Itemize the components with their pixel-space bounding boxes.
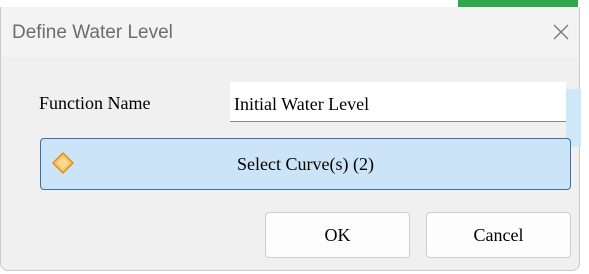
ok-label: OK <box>324 224 351 245</box>
title-bar: Define Water Level <box>1 7 579 57</box>
function-name-label: Function Name <box>39 93 151 113</box>
function-name-input[interactable] <box>230 82 566 122</box>
close-button[interactable] <box>543 15 579 49</box>
close-icon <box>553 24 569 40</box>
background-window-strip <box>458 0 578 7</box>
cancel-button[interactable]: Cancel <box>426 212 571 258</box>
select-curves-button[interactable]: Select Curve(s) (2) <box>40 138 571 190</box>
diamond-icon <box>51 151 75 175</box>
ok-button[interactable]: OK <box>265 212 410 258</box>
cancel-label: Cancel <box>473 224 524 245</box>
select-curves-label: Select Curve(s) (2) <box>237 153 374 174</box>
dialog-title: Define Water Level <box>12 22 173 43</box>
define-water-level-dialog: Define Water Level Function Name Select … <box>0 7 581 271</box>
